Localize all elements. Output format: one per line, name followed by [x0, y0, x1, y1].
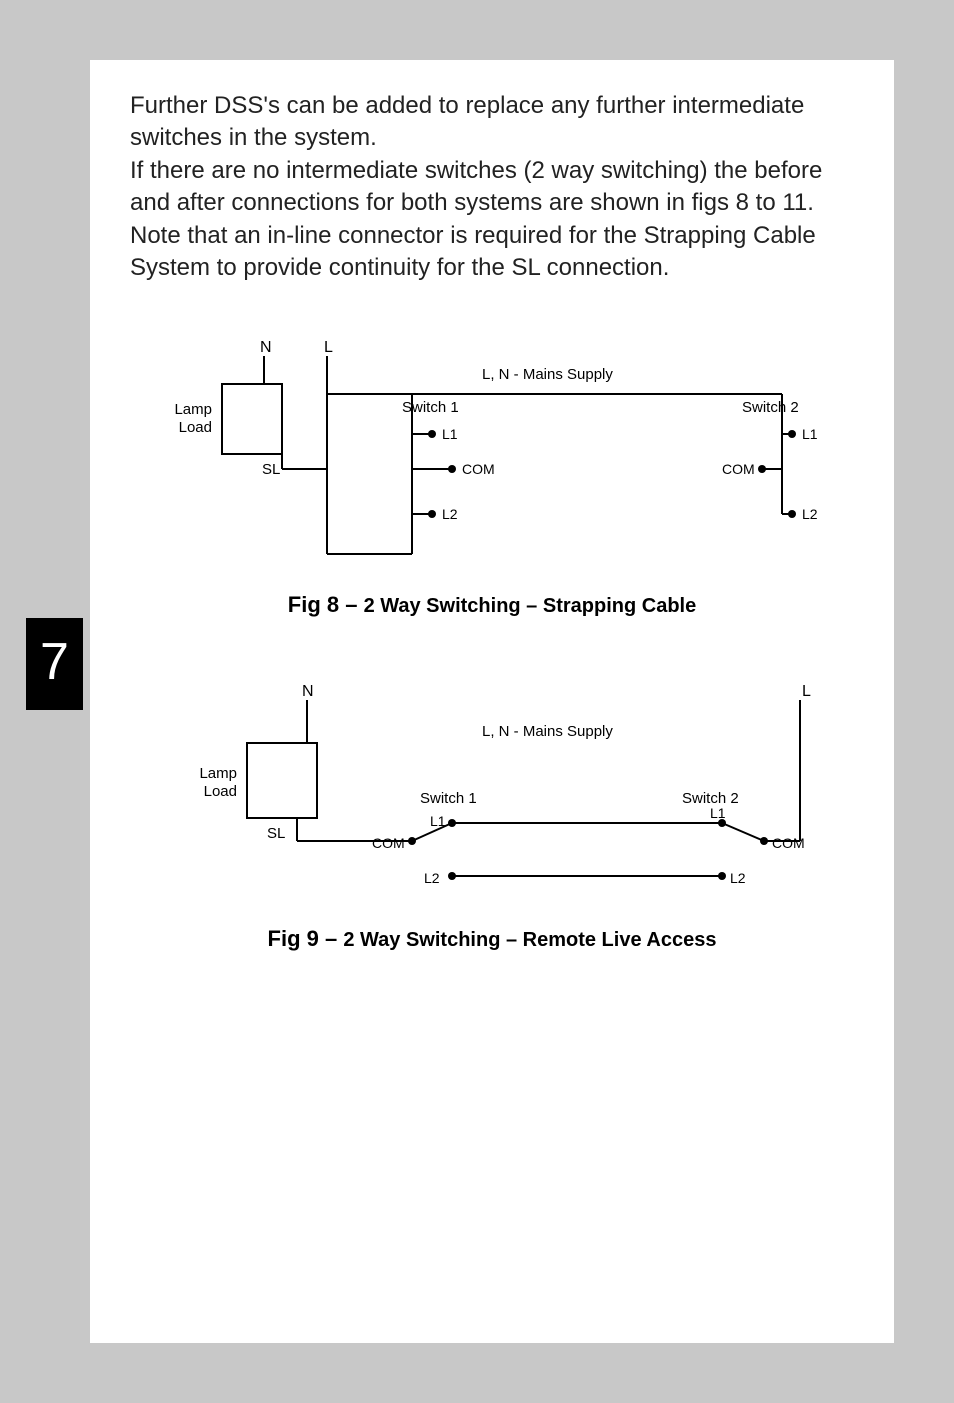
body-text: Further DSS's can be added to replace an… [130, 90, 854, 284]
fig9-diagram: N L Lamp Load L, N - Mains Supply SL Swi… [152, 678, 832, 908]
fig8-diagram: N L Lamp Load L, N - Mains Supply SL Swi… [152, 334, 832, 574]
figure-8: N L Lamp Load L, N - Mains Supply SL Swi… [130, 334, 854, 618]
fig9-lamp: Lamp [199, 765, 237, 782]
fig8-sw1: Switch 1 [402, 399, 459, 416]
fig9-sl: SL [267, 825, 285, 842]
fig9-lamp-box [247, 743, 317, 818]
fig8-sw2-com: COM [722, 461, 755, 477]
fig8-sw2-l1: L1 [802, 426, 818, 442]
fig9-sw1-com: COM [372, 835, 405, 851]
page-number: 7 [40, 633, 69, 691]
fig8-n-label: N [260, 339, 272, 356]
fig8-lamp: Lamp [174, 401, 212, 418]
fig9-caption: Fig 9 – 2 Way Switching – Remote Live Ac… [130, 926, 854, 952]
page: Further DSS's can be added to replace an… [90, 60, 894, 1343]
fig8-sl: SL [262, 461, 280, 478]
fig8-l-label: L [324, 339, 333, 356]
fig9-label: Fig 9 – [268, 926, 344, 951]
fig9-sw2-l1: L1 [710, 805, 726, 821]
fig9-n-label: N [302, 683, 314, 700]
fig8-sw2: Switch 2 [742, 399, 799, 416]
fig9-mains: L, N - Mains Supply [482, 723, 613, 740]
paragraph-2: If there are no intermediate switches (2… [130, 157, 822, 281]
fig8-load: Load [179, 419, 212, 436]
fig8-sw2-l2: L2 [802, 506, 818, 522]
fig8-label: Fig 8 – [288, 592, 364, 617]
fig9-desc: 2 Way Switching – Remote Live Access [343, 929, 716, 951]
fig9-l-label: L [802, 683, 811, 700]
page-number-tab: 7 [26, 618, 83, 710]
fig9-load: Load [204, 783, 237, 800]
figure-9: N L Lamp Load L, N - Mains Supply SL Swi… [130, 678, 854, 952]
fig8-lamp-box [222, 384, 282, 454]
fig9-sw1: Switch 1 [420, 790, 477, 807]
fig8-sw1-l2: L2 [442, 506, 458, 522]
fig9-sw2-l2: L2 [730, 870, 746, 886]
fig8-mains: L, N - Mains Supply [482, 366, 613, 383]
fig8-sw1-com: COM [462, 461, 495, 477]
paragraph-1: Further DSS's can be added to replace an… [130, 92, 804, 151]
fig8-caption: Fig 8 – 2 Way Switching – Strapping Cabl… [130, 592, 854, 618]
fig9-sw1-l2: L2 [424, 870, 440, 886]
fig8-desc: 2 Way Switching – Strapping Cable [364, 595, 697, 617]
fig8-sw1-l1: L1 [442, 426, 458, 442]
